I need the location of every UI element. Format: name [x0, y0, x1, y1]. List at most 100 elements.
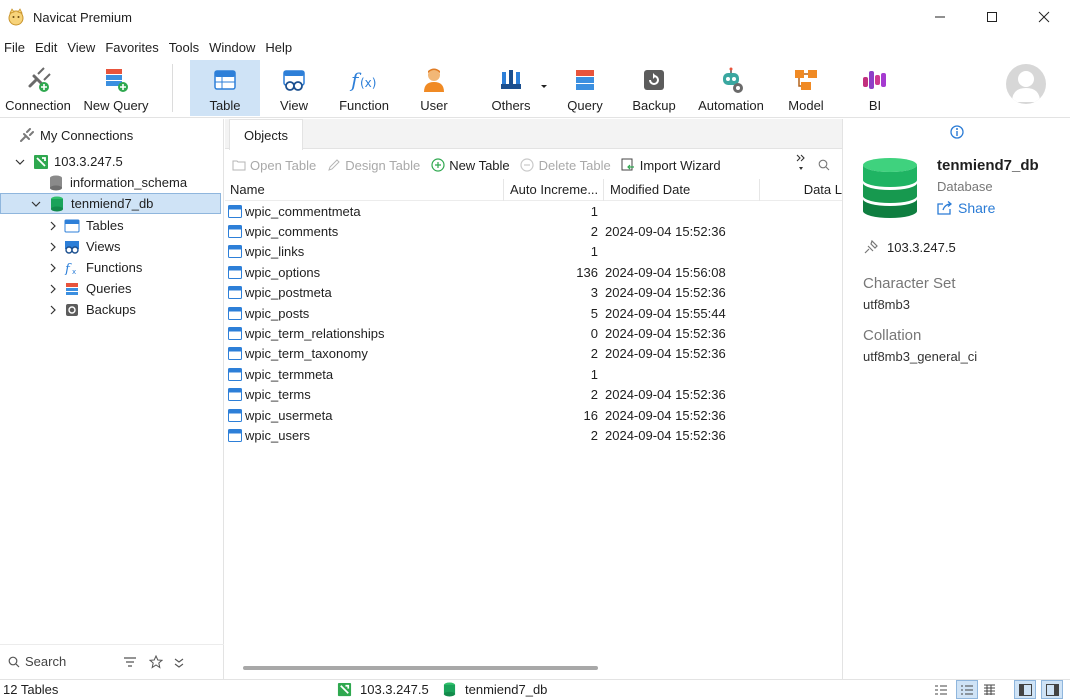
user-button[interactable]: User — [410, 60, 458, 116]
others-button[interactable]: Others — [484, 60, 538, 116]
search-icon[interactable] — [818, 159, 830, 171]
column-header-name[interactable]: Name — [225, 178, 504, 201]
database-icon — [50, 175, 62, 190]
menu-help[interactable]: Help — [265, 40, 292, 55]
horizontal-scrollbar[interactable] — [243, 666, 598, 670]
automation-button[interactable]: Automation — [692, 60, 770, 116]
table-row[interactable]: wpic_postmeta 3 2024-09-04 15:52:36 — [225, 283, 842, 303]
modified-date-value: 2024-09-04 15:52:36 — [605, 224, 726, 240]
bi-button[interactable]: BI — [852, 60, 898, 116]
mysql-connection-icon — [337, 682, 352, 697]
tree-label: information_schema — [70, 175, 188, 190]
new-query-button[interactable]: New Query — [80, 60, 152, 116]
detail-view-icon[interactable] — [983, 684, 996, 696]
tree-db-information-schema[interactable]: information_schema — [48, 172, 187, 193]
table-row[interactable]: wpic_term_taxonomy 2 2024-09-04 15:52:36 — [225, 344, 842, 364]
share-button[interactable]: Share — [937, 200, 995, 216]
new-table-button[interactable]: New Table — [430, 158, 510, 173]
table-row[interactable]: wpic_users 2 2024-09-04 15:52:36 — [225, 425, 842, 445]
toggle-left-pane-button[interactable] — [1014, 680, 1036, 699]
list-view-button[interactable] — [956, 680, 978, 699]
menu-tools[interactable]: Tools — [169, 40, 199, 55]
query-button[interactable]: Query — [558, 60, 612, 116]
function-button[interactable]: f (x) Function — [334, 60, 394, 116]
tree-label: Backups — [86, 302, 136, 317]
menu-view[interactable]: View — [67, 40, 95, 55]
chevron-down-icon[interactable] — [540, 84, 548, 90]
auto-increment-value: 2 — [590, 224, 598, 240]
table-row[interactable]: wpic_commentmeta 1 — [225, 201, 842, 221]
view-icon — [65, 240, 79, 254]
open-table-label: Open Table — [250, 157, 317, 173]
table-row[interactable]: wpic_options 136 2024-09-04 15:56:08 — [225, 262, 842, 282]
table-button[interactable]: Table — [190, 60, 260, 116]
modified-date-value: 2024-09-04 15:52:36 — [605, 285, 726, 301]
backup-button[interactable]: Backup — [626, 60, 682, 116]
import-wizard-button[interactable]: Import Wizard — [621, 158, 721, 173]
grid-view-icon[interactable] — [934, 684, 948, 696]
view-button[interactable]: View — [264, 60, 324, 116]
menu-file[interactable]: File — [4, 40, 25, 55]
more-actions-icon[interactable] — [796, 152, 806, 174]
menu-edit[interactable]: Edit — [35, 40, 57, 55]
table-icon — [228, 367, 242, 381]
table-name: wpic_term_taxonomy — [245, 346, 368, 362]
import-icon — [621, 158, 635, 171]
tree-my-connections[interactable]: My Connections — [18, 125, 133, 146]
object-info-panel: tenmiend7_db Database Share 103.3.247.5 … — [842, 119, 1070, 679]
avatar[interactable] — [1006, 64, 1046, 104]
table-icon — [228, 408, 242, 422]
info-host: 103.3.247.5 — [863, 239, 956, 255]
column-header-modified-date[interactable]: Modified Date — [604, 178, 760, 201]
delete-table-button[interactable]: Delete Table — [520, 158, 611, 173]
tree-views[interactable]: Views — [47, 236, 120, 257]
pencil-icon — [327, 159, 340, 171]
minimize-icon — [935, 16, 945, 18]
menu-favorites[interactable]: Favorites — [105, 40, 158, 55]
plug-icon — [28, 67, 51, 92]
query-icon — [66, 282, 78, 295]
info-icon[interactable] — [950, 125, 964, 139]
collapse-icon[interactable] — [173, 656, 185, 668]
minimize-button[interactable] — [914, 0, 966, 34]
maximize-button[interactable] — [966, 0, 1018, 34]
function-label: Function — [339, 98, 389, 113]
filter-icon[interactable] — [123, 656, 137, 668]
table-row[interactable]: wpic_links 1 — [225, 242, 842, 262]
star-icon[interactable] — [149, 654, 163, 669]
table-name: wpic_users — [245, 427, 311, 443]
table-name: wpic_options — [245, 264, 321, 280]
menu-window[interactable]: Window — [209, 40, 255, 55]
table-row[interactable]: wpic_terms 2 2024-09-04 15:52:36 — [225, 385, 842, 405]
table-icon — [228, 245, 242, 259]
tree-db-tenmiend7[interactable]: tenmiend7_db — [0, 193, 221, 214]
close-button[interactable] — [1018, 0, 1070, 34]
table-row[interactable]: wpic_term_relationships 0 2024-09-04 15:… — [225, 323, 842, 343]
connection-button[interactable]: Connection — [2, 60, 74, 116]
others-label: Others — [491, 98, 531, 113]
database-large-icon — [863, 158, 917, 218]
column-header-data-length[interactable]: Data L — [760, 179, 842, 201]
database-icon — [443, 682, 456, 697]
column-header-auto-increment[interactable]: Auto Increme... — [504, 178, 604, 201]
model-button[interactable]: Model — [782, 60, 830, 116]
table-row[interactable]: wpic_usermeta 16 2024-09-04 15:52:36 — [225, 405, 842, 425]
table-row[interactable]: wpic_comments 2 2024-09-04 15:52:36 — [225, 221, 842, 241]
auto-increment-value: 1 — [590, 203, 598, 219]
toggle-right-pane-button[interactable] — [1041, 680, 1063, 699]
design-table-button[interactable]: Design Table — [326, 158, 420, 173]
chevron-right-icon — [50, 284, 56, 293]
table-icon — [228, 286, 242, 300]
table-row[interactable]: wpic_posts 5 2024-09-04 15:55:44 — [225, 303, 842, 323]
search-input[interactable]: Search — [25, 654, 115, 669]
tree-tables[interactable]: Tables — [47, 215, 124, 236]
tree-queries[interactable]: Queries — [47, 278, 132, 299]
automation-label: Automation — [698, 98, 764, 113]
tab-objects[interactable]: Objects — [229, 119, 303, 150]
table-icon — [228, 327, 242, 341]
open-table-button[interactable]: Open Table — [231, 158, 316, 173]
table-row[interactable]: wpic_termmeta 1 — [225, 364, 842, 384]
tree-backups[interactable]: Backups — [47, 299, 136, 320]
tree-connection[interactable]: 103.3.247.5 — [14, 151, 123, 172]
tree-functions[interactable]: fx Functions — [47, 257, 142, 278]
